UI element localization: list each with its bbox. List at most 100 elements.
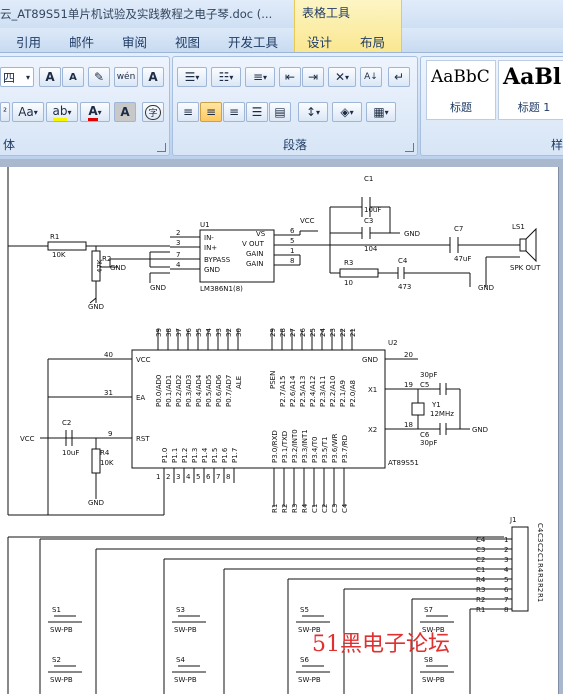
u2-pin-p3-label: P3.4/T0: [311, 437, 319, 463]
phonetic-guide-button[interactable]: wén: [114, 67, 138, 87]
r2-value: 47K: [96, 259, 104, 273]
c3-value: 104: [364, 245, 378, 253]
clear-formatting-button[interactable]: ✎: [88, 67, 110, 87]
j1-net-label: R4: [476, 576, 486, 584]
align-left-button[interactable]: ≡: [177, 102, 199, 122]
style-heading[interactable]: AaBbC 标题: [426, 60, 496, 120]
tab-view[interactable]: 视图: [175, 32, 200, 51]
shrink-font-button[interactable]: A: [62, 67, 84, 87]
sort-button[interactable]: A↓: [360, 67, 382, 87]
switch-label: SW-PB: [422, 676, 445, 684]
u2-top-pin-num: 28: [279, 328, 287, 337]
tab-layout[interactable]: 布局: [360, 32, 385, 51]
borders-button[interactable]: ▦ ▾: [366, 102, 396, 122]
tab-mailings[interactable]: 邮件: [69, 32, 94, 51]
r1-value: 10K: [52, 251, 66, 259]
u2-pin-num-18: 18: [404, 421, 413, 429]
tab-developer[interactable]: 开发工具: [228, 32, 278, 51]
switch-label: SW-PB: [50, 676, 73, 684]
c2-ref: C2: [62, 419, 71, 427]
u1-pin-num-6: 6: [290, 227, 295, 235]
switch-label: SW-PB: [298, 676, 321, 684]
u2-bottom-net-label: R3: [291, 504, 299, 513]
text-highlight-button[interactable]: ab ▾: [46, 102, 78, 122]
align-right-button[interactable]: ≡: [223, 102, 245, 122]
j1-side-net-label: R3: [536, 573, 544, 582]
character-border-button[interactable]: A: [142, 67, 164, 87]
tab-review[interactable]: 审阅: [122, 32, 147, 51]
j1-net-label: C4: [476, 536, 486, 544]
paragraph-dialog-launcher[interactable]: [405, 143, 414, 152]
numbering-button[interactable]: ☷ ▾: [211, 67, 241, 87]
u2-pin-p1-label: P1.6: [221, 447, 229, 463]
line-spacing-button[interactable]: ↕ ▾: [298, 102, 328, 122]
decrease-indent-button[interactable]: ⇤: [279, 67, 301, 87]
character-shading-button[interactable]: A: [114, 102, 136, 122]
show-marks-button[interactable]: ↵: [388, 67, 410, 87]
u2-pin-p1-label: P1.0: [161, 448, 169, 463]
grow-font-button[interactable]: A: [39, 67, 61, 87]
u2-pin-p0-label: P0.4/AD4: [195, 374, 203, 407]
chinese-layout-button[interactable]: ✕ ▾: [328, 67, 356, 87]
u2-top-pin-num: 29: [269, 328, 277, 337]
switch-ref: S6: [300, 656, 309, 664]
decrease-indent-icon: ⇤: [284, 70, 296, 84]
align-center-button[interactable]: ≡: [200, 102, 222, 122]
u2-ref: U2: [388, 339, 398, 347]
font-size-select[interactable]: 四 ▾: [0, 67, 34, 87]
j1-pin-num: 2: [504, 546, 508, 554]
font-size-value: 四: [3, 70, 16, 85]
style-heading-sample: AaBbC: [431, 67, 490, 87]
multilevel-list-button[interactable]: ≡ ▾: [245, 67, 275, 87]
style-heading-1-name: 标题 1: [517, 101, 551, 114]
switch-ref: S4: [176, 656, 185, 664]
c6-value: 30pF: [420, 439, 437, 447]
chevron-down-icon: ▾: [349, 107, 354, 117]
distributed-button[interactable]: ▤: [269, 102, 291, 122]
style-heading-name: 标题: [450, 101, 472, 114]
r1-ref: R1: [50, 233, 59, 241]
change-case-button[interactable]: Aa ▾: [12, 102, 44, 122]
chevron-down-icon: ▾: [25, 72, 30, 82]
sort-icon: A↓: [364, 72, 378, 82]
font-dialog-launcher[interactable]: [157, 143, 166, 152]
u1-vcc-label: VCC: [300, 217, 315, 225]
u2-top-pin-num: 27: [289, 328, 297, 337]
bullets-button[interactable]: ☰ ▾: [177, 67, 207, 87]
r4-ref: R4: [100, 449, 110, 457]
tab-design[interactable]: 设计: [307, 32, 332, 51]
u2-pin-p1-label: P1.2: [181, 448, 189, 463]
j1-ref: J1: [509, 516, 517, 524]
j1-side-net-label: C3: [536, 533, 544, 542]
chevron-down-icon: ▾: [316, 107, 321, 117]
j1-pin-num: 1: [504, 536, 508, 544]
u2-top-pin-num: 26: [299, 328, 307, 337]
shading-button[interactable]: ◈ ▾: [332, 102, 362, 122]
u1-pin-num-7: 7: [176, 251, 180, 259]
increase-indent-button[interactable]: ⇥: [302, 67, 324, 87]
chevron-down-icon: ▾: [67, 107, 72, 117]
u1-pin-gain-a: GAIN: [246, 250, 264, 258]
c1-value: 10uF: [364, 206, 381, 214]
circuit-schematic: R1 10K R2 47K U1 LM386N1(8) IN- IN+ BYPA…: [7, 167, 544, 694]
superscript-button[interactable]: ²: [0, 102, 10, 122]
chevron-down-icon: ▾: [263, 72, 268, 82]
paint-bucket-icon: ◈: [340, 105, 350, 119]
paragraph-mark-icon: ↵: [393, 70, 405, 84]
r3-value: 10: [344, 279, 353, 287]
u2-pin-gnd: GND: [362, 356, 378, 364]
justify-button[interactable]: ☰: [246, 102, 268, 122]
u2-pin-num-31: 31: [104, 389, 113, 397]
chevron-down-icon: ▾: [345, 72, 350, 82]
enclose-characters-button[interactable]: 字: [142, 102, 164, 122]
y1-value: 12MHz: [430, 410, 454, 418]
c3-gnd-label: GND: [404, 230, 420, 238]
tab-references[interactable]: 引用: [16, 32, 41, 51]
forum-watermark: 51黑电子论坛: [312, 632, 450, 657]
style-heading-1[interactable]: AaBl 标题 1: [498, 60, 563, 120]
u2-pin-p3-label: P3.2/INT0: [291, 429, 299, 463]
c3-ref: C3: [364, 217, 373, 225]
font-color-button[interactable]: A ▾: [80, 102, 110, 122]
u2-pin-p2-label: P2.5/A13: [299, 376, 307, 407]
align-right-icon: ≡: [228, 105, 240, 119]
